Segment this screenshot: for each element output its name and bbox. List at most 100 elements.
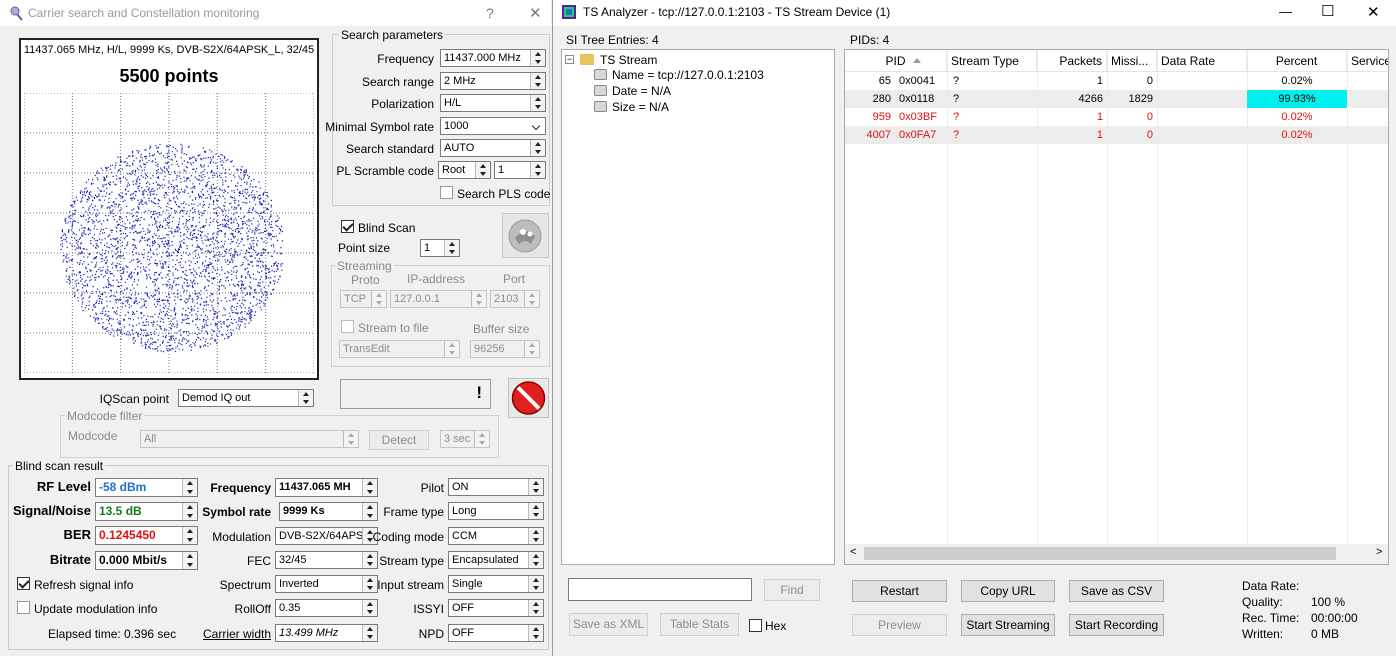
scroll-left-icon[interactable]: <: [850, 546, 856, 558]
start-streaming-button[interactable]: Start Streaming: [961, 614, 1055, 636]
leaf-icon: [594, 69, 607, 80]
start-recording-button[interactable]: Start Recording: [1069, 614, 1164, 636]
iqscan-point-spin[interactable]: Demod IQ out: [178, 389, 314, 407]
result-issyi-value: OFF: [448, 599, 544, 617]
result-npd-value: OFF: [448, 624, 544, 642]
table-stats-button[interactable]: Table Stats: [660, 613, 739, 636]
result-frame-type-value: Long: [448, 502, 544, 520]
proto-spin[interactable]: TCP: [340, 290, 387, 308]
col-packets[interactable]: Packets: [1037, 50, 1107, 72]
tree-item-name[interactable]: Name = tcp://127.0.0.1:2103: [612, 68, 764, 82]
col-stream-type[interactable]: Stream Type: [947, 50, 1037, 72]
close-button[interactable]: ✕: [1367, 3, 1380, 21]
constellation-window: Carrier search and Constellation monitor…: [0, 0, 551, 656]
title-bar: Carrier search and Constellation monitor…: [0, 0, 551, 26]
app-icon: [10, 6, 23, 21]
preview-button[interactable]: Preview: [852, 614, 947, 636]
pid-decimal: 65: [878, 75, 891, 87]
port-spin[interactable]: 2103: [490, 290, 540, 308]
col-missing[interactable]: Missi...: [1107, 50, 1157, 72]
update-modulation-checkbox[interactable]: [17, 601, 30, 614]
missing: 0: [1146, 129, 1153, 141]
stream-type: ?: [953, 93, 960, 105]
stop-button[interactable]: [508, 378, 549, 418]
missing: 0: [1146, 111, 1153, 123]
search-range-spin[interactable]: 2 MHz: [440, 72, 546, 90]
si-tree-header: SI Tree Entries: 4: [566, 33, 659, 47]
minimize-button[interactable]: —: [1279, 4, 1292, 19]
pl-scramble-value-spin[interactable]: 1: [494, 161, 546, 179]
missing: 0: [1146, 75, 1153, 87]
tree-item-date[interactable]: Date = N/A: [612, 84, 671, 98]
constellation-plot: [24, 93, 314, 373]
col-percent[interactable]: Percent: [1247, 50, 1347, 72]
result-stream-type-value: Encapsulated: [448, 551, 544, 569]
maximize-button[interactable]: ☐: [1321, 2, 1334, 20]
pl-scramble-mode-spin[interactable]: Root: [438, 161, 491, 179]
logo-button[interactable]: [502, 213, 549, 258]
folder-icon: [580, 54, 594, 65]
table-row[interactable]: 65 0x0041? 1 0 0.02%: [845, 72, 1388, 90]
hex-checkbox[interactable]: [749, 619, 762, 632]
save-csv-button[interactable]: Save as CSV: [1069, 580, 1164, 602]
col-service[interactable]: Service: [1347, 50, 1388, 72]
stream-app-spin[interactable]: TransEdit: [339, 340, 460, 358]
status-display: !: [340, 379, 491, 409]
table-row[interactable]: 280 0x0118? 4266 1829 99.93%: [845, 90, 1388, 108]
packets: 4266: [1078, 93, 1103, 105]
pid-hex: 0x0118: [899, 93, 935, 105]
pid-hex: 0x0041: [899, 75, 936, 87]
ip-address-spin[interactable]: 127.0.0.1: [390, 290, 487, 308]
packets: 1: [1096, 129, 1103, 141]
ts-analyzer-window: TS Analyzer - tcp://127.0.0.1:2103 - TS …: [552, 0, 1396, 656]
tree-expander[interactable]: −: [565, 55, 574, 64]
min-symbol-rate-dropdown[interactable]: 1000: [440, 117, 546, 135]
elapsed-time: Elapsed time: 0.396 sec: [48, 627, 177, 641]
close-button[interactable]: ✕: [529, 4, 542, 22]
pid-table[interactable]: PID Stream Type Packets Missi... Data Ra…: [844, 49, 1389, 565]
data-rate: [1161, 72, 1241, 90]
stream-to-file-checkbox[interactable]: [341, 320, 354, 333]
horizontal-scrollbar[interactable]: < >: [845, 544, 1388, 564]
table-row[interactable]: 4007 0x0FA7? 1 0 0.02%: [845, 126, 1388, 144]
find-button[interactable]: Find: [764, 579, 820, 601]
detect-time-spin[interactable]: 3 sec: [440, 430, 490, 448]
packets: 1: [1096, 75, 1103, 87]
scroll-right-icon[interactable]: >: [1376, 546, 1382, 558]
search-standard-spin[interactable]: AUTO: [440, 139, 546, 157]
data-rate: [1161, 90, 1241, 108]
blind-scan-checkbox[interactable]: [341, 220, 354, 233]
search-pls-checkbox[interactable]: [440, 186, 453, 199]
si-tree[interactable]: − TS Stream Name = tcp://127.0.0.1:2103 …: [561, 49, 835, 565]
result-coding-mode-value: CCM: [448, 527, 544, 545]
result-symbol-rate-value: 9999 Ks: [279, 502, 378, 521]
result-spectrum-value: Inverted: [275, 575, 378, 593]
app-icon: [562, 5, 576, 19]
chevron-down-icon: [530, 118, 545, 134]
copy-url-button[interactable]: Copy URL: [961, 580, 1055, 602]
detect-button[interactable]: Detect: [369, 430, 429, 450]
help-button[interactable]: ?: [486, 5, 494, 21]
tree-item-size[interactable]: Size = N/A: [612, 100, 669, 114]
modcode-spin[interactable]: All: [140, 430, 359, 448]
buffer-size-spin[interactable]: 96256: [470, 340, 540, 358]
pid-decimal: 4007: [866, 129, 891, 141]
polarization-spin[interactable]: H/L: [440, 94, 546, 112]
percent: 0.02%: [1281, 75, 1313, 87]
table-row[interactable]: 959 0x03BF? 1 0 0.02%: [845, 108, 1388, 126]
refresh-signal-checkbox[interactable]: [17, 577, 30, 590]
pid-decimal: 959: [872, 111, 891, 123]
tree-root[interactable]: TS Stream: [600, 53, 657, 67]
save-xml-button[interactable]: Save as XML: [569, 613, 648, 636]
scrollbar-thumb[interactable]: [864, 547, 1336, 560]
search-input[interactable]: [568, 578, 752, 601]
point-size-spin[interactable]: 1: [420, 239, 460, 257]
title-bar: TS Analyzer - tcp://127.0.0.1:2103 - TS …: [553, 0, 1396, 26]
leaf-icon: [594, 85, 607, 96]
col-data-rate[interactable]: Data Rate: [1157, 50, 1247, 72]
result-frequency-value: 11437.065 MH: [275, 478, 378, 497]
col-pid[interactable]: PID: [845, 50, 947, 72]
restart-button[interactable]: Restart: [852, 580, 947, 602]
frequency-spin[interactable]: 11437.000 MHz: [440, 49, 546, 67]
satellite-logo-icon: [508, 219, 542, 253]
